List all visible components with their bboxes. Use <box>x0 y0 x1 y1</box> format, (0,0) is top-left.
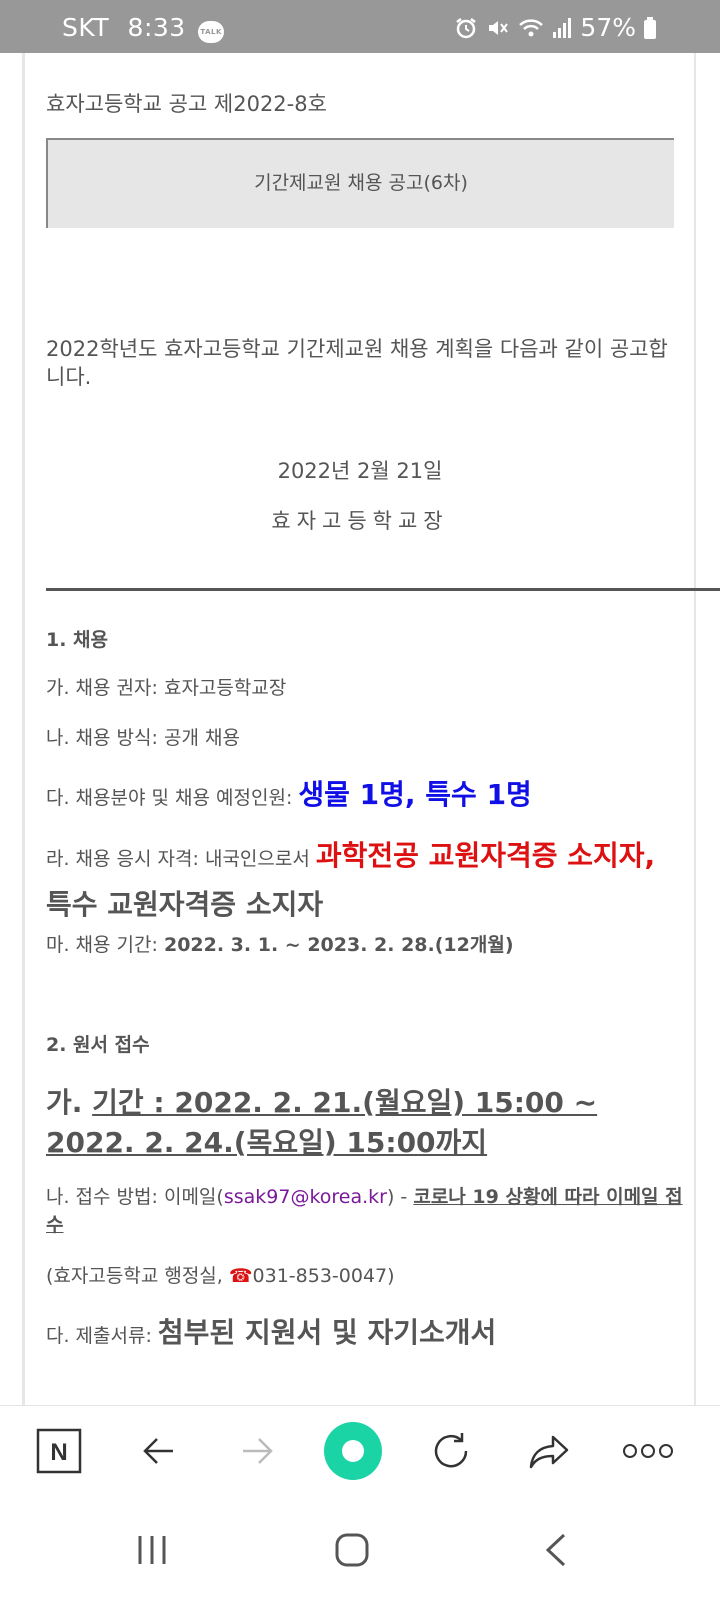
back-arrow-icon[interactable] <box>134 1426 184 1476</box>
notice-intro: 2022학년도 효자고등학교 기간제교원 채용 계획을 다음과 같이 공고합니다… <box>46 337 668 389</box>
browser-toolbar: N <box>0 1405 720 1501</box>
page-left-border <box>22 53 25 1405</box>
hiring-authority: 가. 채용 권자: 효자고등학교장 <box>46 677 287 699</box>
wifi-icon <box>518 16 544 40</box>
home-icon[interactable] <box>332 1530 372 1570</box>
application-period-value: 기간 : 2022. 2. 21.(월요일) 15:00 ∼ 2022. 2. … <box>46 1086 598 1159</box>
hiring-fields-row: 다. 채용분야 및 채용 예정인원: 생물 1명, 특수 1명 <box>46 773 532 813</box>
required-documents-value: 첨부된 지원서 및 자기소개서 <box>157 1316 497 1349</box>
application-method-label: 나. 접수 방법: 이메일( <box>46 1186 224 1208</box>
application-email-link[interactable]: ssak97@korea.kr <box>224 1186 387 1208</box>
more-icon[interactable] <box>620 1426 676 1476</box>
naver-icon[interactable]: N <box>34 1426 84 1476</box>
system-nav-bar <box>0 1500 720 1600</box>
qualification-science: 과학전공 교원자격증 소지자, <box>315 839 656 872</box>
alarm-icon <box>454 16 478 40</box>
hiring-period-row: 마. 채용 기간: 2022. 3. 1. ~ 2023. 2. 28.(12개… <box>46 930 514 957</box>
battery-icon <box>644 16 656 39</box>
application-method: 나. 접수 방법: 이메일(ssak97@korea.kr) - 코로나 19 … <box>46 1183 686 1239</box>
forward-arrow-icon[interactable] <box>232 1426 282 1476</box>
status-bar: SKT 8:33 TALK 57% <box>0 0 720 53</box>
notice-title: 기간제교원 채용 공고(6차) <box>254 172 468 194</box>
carrier: SKT <box>62 13 110 42</box>
notice-number: 효자고등학교 공고 제2022-8호 <box>46 92 327 116</box>
required-documents-label: 다. 제출서류: <box>46 1325 158 1347</box>
application-period: 가. 기간 : 2022. 2. 21.(월요일) 15:00 ∼ 2022. … <box>46 1083 676 1163</box>
signal-icon <box>552 16 572 40</box>
office-phone-number[interactable]: 031-853-0047) <box>253 1265 395 1287</box>
qualification-special: 특수 교원자격증 소지자 <box>46 888 324 921</box>
green-dot-icon[interactable] <box>323 1421 383 1481</box>
phone-icon: ☎ <box>228 1265 253 1287</box>
system-back-icon[interactable] <box>536 1530 576 1570</box>
clock: 8:33 <box>127 13 186 42</box>
kakaotalk-icon: TALK <box>198 21 225 43</box>
office-contact-prefix: (효자고등학교 행정실, <box>46 1265 229 1287</box>
qualification-row: 라. 채용 응시 자격: 내국인으로서 과학전공 교원자격증 소지자, 특수 교… <box>46 833 676 931</box>
hiring-period-label: 마. 채용 기간: <box>46 934 164 956</box>
status-left: SKT 8:33 TALK <box>62 13 225 43</box>
divider <box>46 588 720 591</box>
status-right: 57% <box>454 13 656 42</box>
battery-level: 57% <box>580 13 636 42</box>
naver-label: N <box>50 1439 67 1466</box>
office-contact: (효자고등학교 행정실, ☎031-853-0047) <box>46 1261 395 1288</box>
principal-signature: 효자고등학교장 <box>271 509 449 533</box>
hiring-period-value: 2022. 3. 1. ~ 2023. 2. 28.(12개월) <box>163 934 514 956</box>
refresh-icon[interactable] <box>426 1426 476 1476</box>
required-documents-row: 다. 제출서류: 첨부된 지원서 및 자기소개서 <box>46 1311 496 1351</box>
application-period-prefix: 가. <box>46 1086 93 1119</box>
section-1-heading: 1. 채용 <box>46 629 109 651</box>
hiring-fields-value: 생물 1명, 특수 1명 <box>298 778 532 811</box>
qualification-label: 라. 채용 응시 자격: 내국인으로서 <box>46 848 316 870</box>
hiring-fields-label: 다. 채용분야 및 채용 예정인원: <box>46 787 299 809</box>
mute-icon <box>486 16 510 40</box>
hiring-method: 나. 채용 방식: 공개 채용 <box>46 727 240 749</box>
notice-title-box: 기간제교원 채용 공고(6차) <box>46 138 674 228</box>
application-method-mid: ) - <box>386 1186 414 1208</box>
page-right-border <box>694 53 696 1405</box>
share-icon[interactable] <box>524 1426 574 1476</box>
notice-date: 2022년 2월 21일 <box>277 459 443 483</box>
section-2-heading: 2. 원서 접수 <box>46 1034 150 1056</box>
recent-apps-icon[interactable] <box>132 1530 172 1570</box>
